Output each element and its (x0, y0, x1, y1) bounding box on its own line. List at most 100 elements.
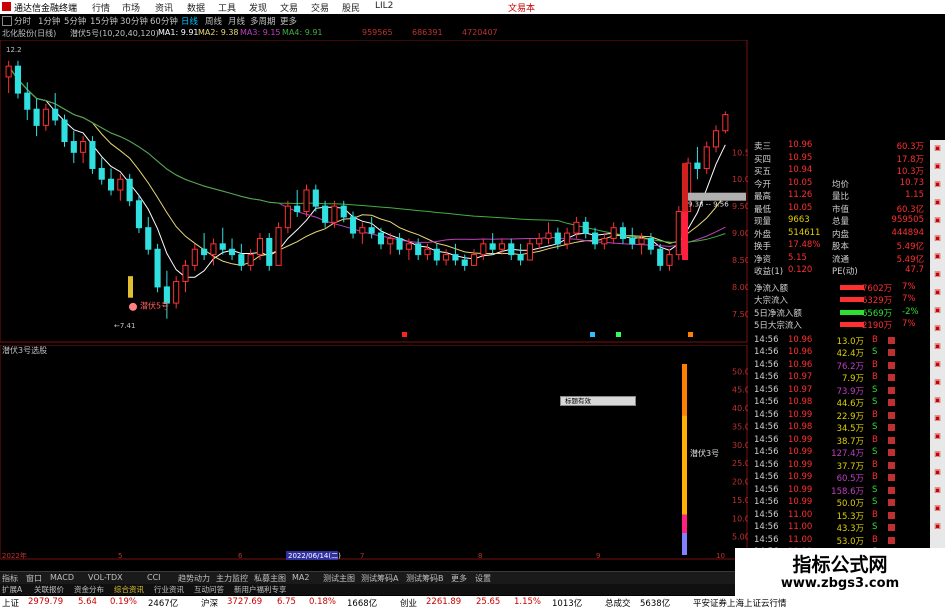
period-5min[interactable]: 5分钟 (64, 15, 86, 27)
toolbar-icon-21[interactable]: ▣ (932, 504, 943, 514)
tooltip-popup: 标题有效 (560, 396, 636, 406)
candle-body (210, 243, 217, 256)
period-daily[interactable]: 日线 (181, 15, 198, 27)
y-tick-label: 8.50 (732, 256, 748, 265)
indicator-tab[interactable]: VOL-TDX (88, 573, 123, 582)
toolbar-icon-7[interactable]: ▣ (932, 252, 943, 262)
menu-investor[interactable]: 股民 (342, 1, 360, 14)
toolbar-icon-3[interactable]: ▣ (932, 180, 943, 190)
menu-trade[interactable]: 交易 (311, 1, 329, 14)
indicator-bar-segment (682, 514, 687, 533)
extension-tab[interactable]: 关联报价 (34, 584, 64, 595)
right-toolbar: ▣ ▣ ▣ ▣ ▣ ▣ ▣ ▣ ▣ ▣ ▣ ▣ ▣ ▣ ▣ ▣ ▣ ▣ ▣ ▣ … (930, 140, 945, 560)
toolbar-icon-19[interactable]: ▣ (932, 468, 943, 478)
extension-tab[interactable]: 互动问答 (194, 584, 224, 595)
extension-tab[interactable]: 综合资讯 (114, 584, 144, 595)
quote-value: 10.95 (788, 152, 813, 163)
extension-tab[interactable]: 资金分布 (74, 584, 104, 595)
indicator-tab[interactable]: 测试筹码A (361, 573, 398, 584)
candle-body (135, 200, 143, 229)
toolbar-icon-8[interactable]: ▣ (932, 270, 943, 280)
menu-data[interactable]: 数据 (187, 1, 205, 14)
toolbar-icon-20[interactable]: ▣ (932, 486, 943, 496)
stock-name: 北化股份(日线) (2, 29, 57, 38)
quote-value: 17.48% (788, 240, 821, 250)
toolbar-icon-18[interactable]: ▣ (932, 450, 943, 460)
toolbar-icon-11[interactable]: ▣ (932, 324, 943, 334)
tick-price: 11.00 (788, 522, 813, 532)
period-weekly[interactable]: 周线 (205, 15, 222, 27)
indicator-tab[interactable]: 测试筹码B (406, 573, 444, 584)
indicator-bar-label: 潜伏3号 (690, 448, 719, 458)
period-60min[interactable]: 60分钟 (150, 15, 178, 27)
tick-volume: 7.9万 (841, 374, 864, 384)
toolbar-icon-2[interactable]: ▣ (932, 162, 943, 172)
period-1min[interactable]: 1分钟 (38, 15, 60, 27)
extension-tab[interactable]: 行业资讯 (154, 584, 184, 595)
indicator-tabs: 指标 窗口 MACD VOL-TDX CCI 趋势动力 主力监控 私募主图 MA2 测试主图 测试筹… (0, 571, 748, 584)
indicator-tab[interactable]: 私募主图 (254, 573, 286, 584)
period-monthly[interactable]: 月线 (228, 15, 245, 27)
period-30min[interactable]: 30分钟 (120, 15, 148, 27)
extension-tab[interactable]: 扩展A (2, 584, 22, 595)
indicator-tab[interactable]: 趋势动力 (178, 573, 210, 584)
toolbar-icon-17[interactable]: ▣ (932, 432, 943, 442)
menu-wenyi[interactable]: 文易 (280, 1, 298, 14)
toolbar-icon-1[interactable]: ▣ (932, 144, 943, 154)
menu-tools[interactable]: 工具 (218, 1, 236, 14)
tick-price: 10.99 (788, 447, 813, 457)
toolbar-icon-16[interactable]: ▣ (932, 414, 943, 424)
toolbar-icon-10[interactable]: ▣ (932, 306, 943, 316)
toolbar-icon-9[interactable]: ▣ (932, 288, 943, 298)
indicator-tab[interactable]: 指标 (2, 573, 18, 584)
candle-body (42, 108, 49, 126)
tick-price: 10.99 (788, 409, 813, 420)
toolbar-icon-4[interactable]: ▣ (932, 198, 943, 208)
signal-label: 潜伏5号 (140, 300, 169, 310)
quote-value-2: 444894 (891, 227, 924, 238)
indicator-tab[interactable]: 更多 (451, 573, 467, 584)
quote-value: 10.05 (788, 202, 813, 213)
toolbar-icon-14[interactable]: ▣ (932, 378, 943, 388)
indicator-tab[interactable]: 主力监控 (216, 573, 248, 584)
indicator-tab[interactable]: CCI (147, 573, 161, 582)
tick-volume: 13.0万 (836, 336, 864, 347)
ma-line-ma3 (8, 65, 726, 247)
menu-lil2[interactable]: LIL2 (375, 1, 393, 11)
window-icon[interactable] (2, 16, 12, 26)
indicator-panel[interactable]: 50.00 45.00 40.00 35.00 30.00 25.00 20.00 15.00… (0, 345, 748, 560)
toolbar-icon-6[interactable]: ▣ (932, 234, 943, 244)
period-intraday[interactable]: 分时 (14, 15, 31, 27)
quote-value: 9663 (788, 215, 810, 225)
toolbar-icon-15[interactable]: ▣ (932, 396, 943, 406)
tick-price: 11.00 (788, 534, 813, 545)
indicator-tab[interactable]: 设置 (475, 573, 491, 584)
period-more[interactable]: 更多 (280, 15, 297, 27)
tick-time: 14:56 (754, 397, 779, 407)
extension-tab[interactable]: 新用户福利专享 (234, 584, 287, 595)
menu-news[interactable]: 资讯 (155, 1, 173, 14)
indicator-tab[interactable]: 窗口 (26, 573, 42, 584)
tick-price: 10.96 (788, 347, 813, 357)
candle-body (387, 237, 394, 245)
toolbar-icon-22[interactable]: ▣ (932, 522, 943, 532)
ma1-value: MA1: 9.91 (158, 28, 199, 37)
menu-quotes[interactable]: 行情 (92, 1, 110, 14)
candle-body (24, 92, 31, 110)
tick-flag-icon (888, 411, 895, 419)
period-15min[interactable]: 15分钟 (90, 15, 118, 27)
menu-market[interactable]: 市场 (122, 1, 140, 14)
menu-discover[interactable]: 发现 (249, 1, 267, 14)
indicator-tab[interactable]: 测试主图 (323, 573, 355, 584)
indicator-tab[interactable]: MACD (50, 573, 74, 582)
period-multi[interactable]: 多周期 (250, 15, 276, 27)
tick-flag-icon (888, 461, 895, 469)
toolbar-icon-5[interactable]: ▣ (932, 216, 943, 226)
toolbar-icon-13[interactable]: ▣ (932, 360, 943, 370)
quote-row: 今开 10.05 均价 10.73 (754, 178, 930, 190)
indicator-tab[interactable]: MA2 (292, 573, 309, 582)
quote-label: 今开 (754, 179, 772, 190)
candlestick-chart[interactable]: 10.50 10.00 9.50 9.00 8.50 8.00 7.50 潜伏5号 ←7.41 1… (0, 40, 748, 343)
toolbar-icon-12[interactable]: ▣ (932, 342, 943, 352)
menu-wenyi-right[interactable]: 文易本 (508, 1, 535, 14)
